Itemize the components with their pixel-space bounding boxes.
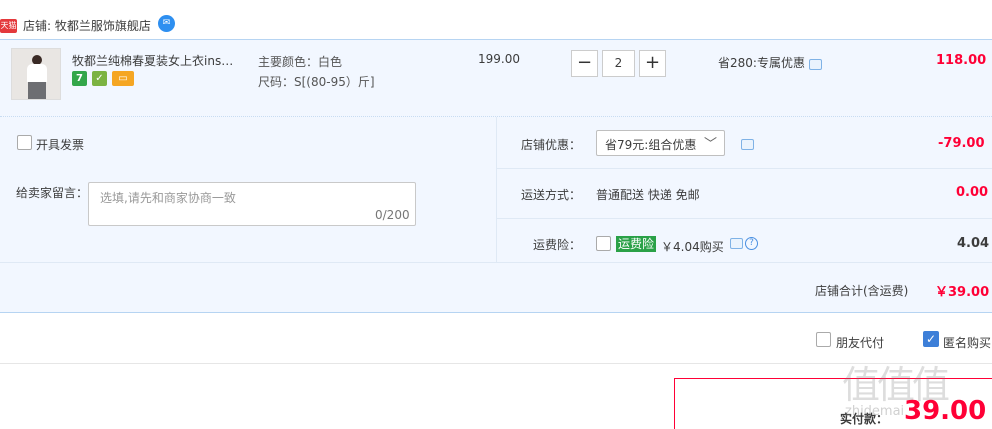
invoice-checkbox[interactable] — [17, 135, 32, 150]
insurance-value: 4.04 — [957, 236, 990, 251]
sku-color: 主要颜色：白色 — [258, 55, 343, 69]
site-watermark: 值值值 — [842, 363, 950, 407]
comment-icon[interactable] — [741, 139, 754, 150]
shop-name[interactable]: 店铺: 牧都兰服饰旗舰店 — [23, 18, 151, 34]
item-total: 118.00 — [936, 53, 987, 68]
quantity-plus-button[interactable]: + — [639, 50, 666, 77]
unit-price: 199.00 — [478, 52, 520, 66]
anonymous-label[interactable]: 匿名购买 — [943, 334, 991, 351]
chevron-down-icon: ﹀ — [704, 137, 718, 152]
discount-label: 店铺优惠： — [521, 138, 582, 152]
help-icon[interactable]: ? — [745, 237, 758, 250]
quantity-minus-button[interactable]: − — [571, 50, 598, 77]
product-thumbnail[interactable] — [11, 48, 61, 100]
message-label: 给卖家留言： — [16, 186, 89, 200]
insurance-label: 运费险： — [533, 238, 582, 252]
insurance-checkbox[interactable] — [596, 236, 611, 251]
insurance-tag: 运费险 — [616, 236, 657, 252]
discount-selected: 省79元:组合优惠 — [605, 138, 697, 152]
insurance-price: ￥4.04购买 — [661, 240, 724, 254]
shop-subtotal-label: 店铺合计(含运费) — [815, 284, 909, 298]
divider — [0, 262, 992, 263]
anonymous-checkbox[interactable]: ✓ — [923, 331, 939, 347]
friend-pay-checkbox[interactable] — [816, 332, 831, 347]
seven-day-return-icon: 7 — [72, 71, 87, 86]
discount-value: -79.00 — [938, 136, 985, 151]
divider — [497, 168, 992, 169]
message-char-count: 0/200 — [375, 208, 410, 222]
site-watermark-url: zhidemai — [845, 404, 905, 419]
item-row — [0, 39, 992, 117]
shop-subtotal-value: ￥39.00 — [935, 285, 990, 300]
shipping-cost: 0.00 — [956, 185, 989, 200]
tmall-badge: 天猫 — [0, 19, 17, 33]
shipping-label: 运送方式： — [521, 188, 582, 202]
shipping-method: 普通配送 快递 免邮 — [596, 188, 700, 202]
comment-icon[interactable] — [809, 59, 822, 70]
invoice-label[interactable]: 开具发票 — [36, 136, 84, 153]
message-placeholder: 选填,请先和商家协商一致 — [100, 191, 236, 205]
comment-icon[interactable] — [730, 238, 743, 249]
sku-size: 尺码：S[(80-95）斤] — [258, 75, 375, 89]
chat-icon[interactable]: ✉ — [158, 15, 175, 32]
friend-pay-label[interactable]: 朋友代付 — [836, 334, 884, 351]
quantity-input[interactable]: 2 — [602, 50, 635, 77]
options-divider — [496, 117, 497, 262]
product-title[interactable]: 牧都兰纯棉春夏装女上衣ins潮... — [72, 52, 244, 69]
credit-card-icon: ▭ — [112, 71, 134, 86]
guarantee-icon: ✓ — [92, 71, 107, 86]
divider — [497, 218, 992, 219]
item-saving: 省280:专属优惠 — [718, 56, 805, 70]
